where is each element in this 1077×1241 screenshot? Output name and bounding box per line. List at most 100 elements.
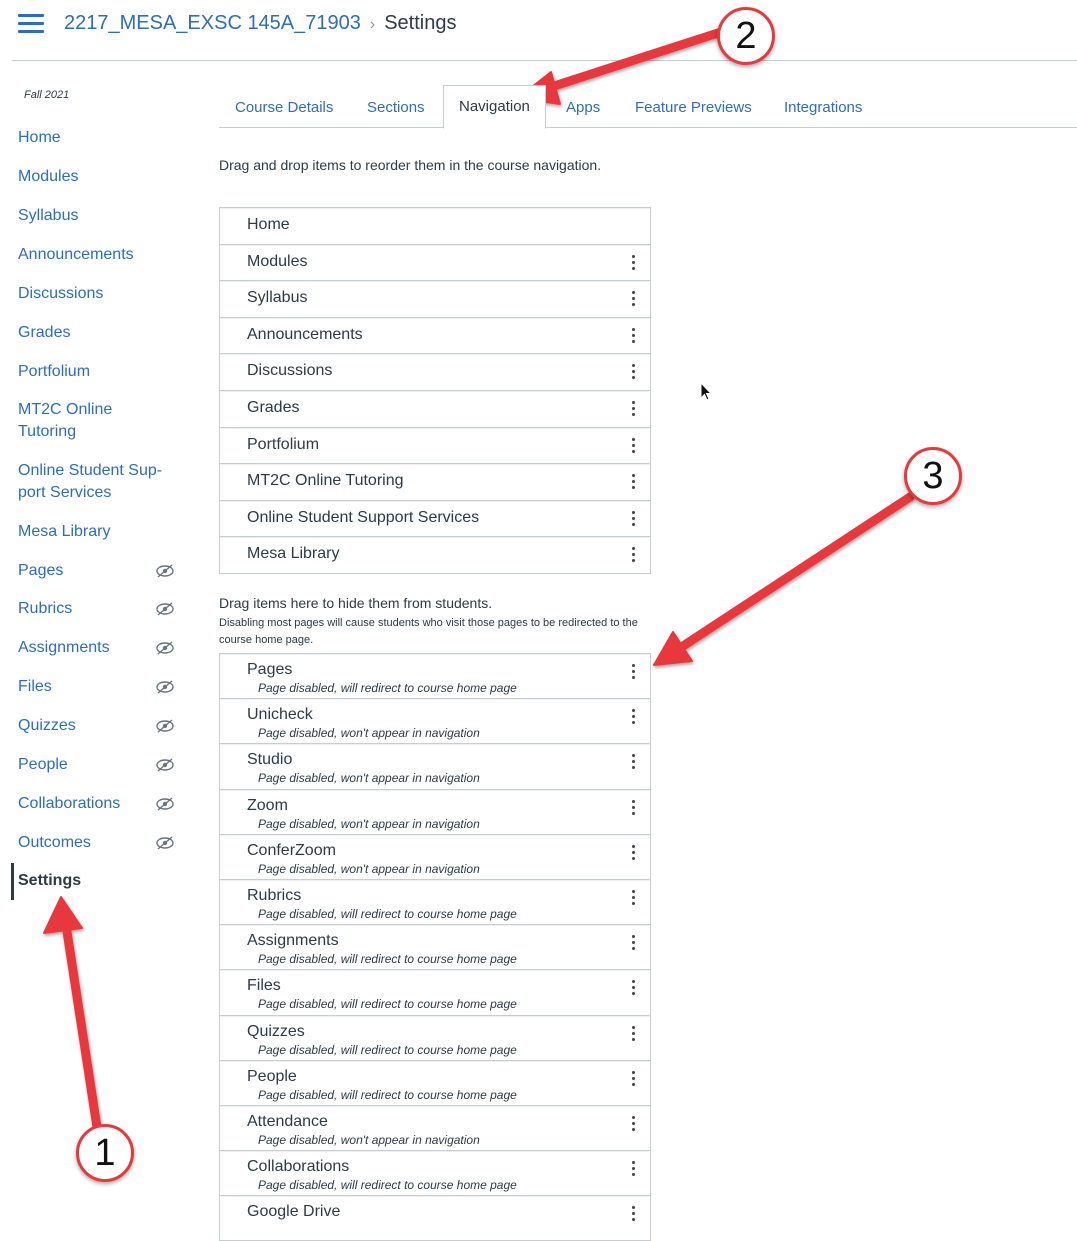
kebab-menu-icon[interactable] [632,510,636,529]
kebab-menu-icon[interactable] [632,400,636,419]
hidden-nav-item-label: Pages [247,661,293,678]
hidden-nav-item-label: Attendance [247,1112,328,1130]
annotation-callout-1: 1 [76,1124,134,1182]
sidebar-item-syllabus[interactable]: Syllabus [18,205,178,227]
sidebar-item-rubrics[interactable]: Rubrics [18,598,178,620]
hidden-nav-item-row[interactable]: Studio Page disabled, won't appear in nav… [220,744,650,790]
nav-item-label: Home [247,216,290,233]
kebab-menu-icon[interactable] [632,844,636,863]
tab-apps[interactable]: Apps [566,99,600,116]
tab-feature-previews[interactable]: Feature Previews [635,99,752,116]
header-divider [12,60,1077,61]
eye-slash-icon [156,641,174,655]
breadcrumb-course-link[interactable]: 2217_MESA_EXSC 145A_71903 [64,12,361,34]
hidden-nav-item-row[interactable]: Attendance Page disabled, won't appear in… [220,1105,650,1152]
active-indicator [11,863,14,900]
hidden-nav-item-row[interactable]: Collaborations Page disabled, will redire… [220,1151,650,1197]
arrow-1 [61,920,102,1132]
settings-tabs: Course Details Sections Navigation Apps Feat… [219,85,1077,129]
nav-item-label: Mesa Library [247,545,340,563]
annotation-callout-2: 2 [717,7,775,65]
nav-item-row[interactable]: Home [220,208,650,245]
sidebar-item-modules[interactable]: Modules [18,166,178,188]
sidebar-item-announcements[interactable]: Announcements [18,244,178,266]
kebab-menu-icon[interactable] [632,709,636,727]
kebab-menu-icon[interactable] [632,1070,636,1089]
sidebar-item-outcomes[interactable]: Outcomes [18,832,178,854]
nav-item-row[interactable]: Modules [220,244,650,282]
tab-sections[interactable]: Sections [367,99,425,116]
hidden-nav-item-row[interactable]: Assignments Page disabled, will redirect … [220,925,650,971]
sidebar-item-assignments[interactable]: Assignments [18,637,178,659]
tab-course-details[interactable]: Course Details [235,99,333,116]
hidden-nav-item-row[interactable]: Pages Page disabled, will redirect to cou… [220,654,650,700]
hidden-section-note: Disabling most pages will cause students… [219,617,638,646]
nav-item-row[interactable]: Online Student Support Services [220,500,650,538]
kebab-menu-icon[interactable] [632,1115,636,1134]
sidebar-item-discussions[interactable]: Discussions [18,283,178,305]
nav-item-label: Announcements [247,325,363,343]
sidebar-item-home[interactable]: Home [18,127,178,149]
kebab-menu-icon[interactable] [632,1161,636,1179]
sidebar-item-online-student-sup-port-services[interactable]: Online Student Sup-port Services [18,460,183,504]
sidebar-item-grades[interactable]: Grades [18,322,178,344]
hidden-nav-item-row[interactable]: People Page disabled, will redirect to co… [220,1060,650,1106]
sidebar-item-portfolium[interactable]: Portfolium [18,361,178,383]
kebab-menu-icon[interactable] [632,889,636,908]
hidden-nav-item-row[interactable]: Quizzes Page disabled, will redirect to c… [220,1015,650,1061]
sidebar-item-files[interactable]: Files [18,676,178,698]
nav-item-label: Modules [247,252,308,270]
kebab-menu-icon[interactable] [632,291,636,309]
nav-item-row[interactable]: Syllabus [220,281,650,318]
tab-navigation[interactable]: Navigation [443,85,546,129]
sidebar-item-quizzes[interactable]: Quizzes [18,715,178,737]
hidden-nav-item-row[interactable]: Google Drive [220,1196,650,1241]
kebab-menu-icon[interactable] [632,437,636,456]
kebab-menu-icon[interactable] [632,327,636,346]
nav-item-label: Portfolium [247,435,320,453]
tab-integrations[interactable]: Integrations [784,99,862,116]
kebab-menu-icon[interactable] [632,364,636,382]
sidebar-item-mt2c-online-tutoring[interactable]: MT2C Online Tutoring [18,399,138,443]
sidebar-item-collaborations[interactable]: Collaborations [18,793,178,815]
nav-item-row[interactable]: Portfolium [220,427,650,465]
kebab-menu-icon[interactable] [632,935,636,953]
nav-item-row[interactable]: MT2C Online Tutoring [220,464,650,501]
nav-item-label: Syllabus [247,289,308,307]
hamburger-menu-icon[interactable] [18,14,44,34]
hidden-nav-item-status: Page disabled, will redirect to course h… [258,1042,517,1057]
hidden-nav-item-row[interactable]: Files Page disabled, will redirect to cou… [220,970,650,1016]
sidebar-item-people[interactable]: People [18,754,178,776]
hidden-nav-item-row[interactable]: Zoom Page disabled, won't appear in navig… [220,789,650,835]
kebab-menu-icon[interactable] [632,980,636,998]
kebab-menu-icon[interactable] [632,754,636,772]
eye-slash-icon [156,564,174,578]
hidden-nav-item-status: Page disabled, will redirect to course h… [258,1178,517,1193]
hidden-nav-item-label: Files [247,977,281,995]
kebab-menu-icon[interactable] [632,547,636,565]
sidebar-item-settings[interactable]: Settings [18,870,178,892]
hidden-nav-list: Pages Page disabled, will redirect to cou… [219,653,651,1241]
kebab-menu-icon[interactable] [632,664,636,682]
kebab-menu-icon[interactable] [632,799,636,818]
hidden-nav-item-label: People [247,1067,297,1085]
nav-item-row[interactable]: Discussions [220,354,650,391]
kebab-menu-icon[interactable] [632,254,636,273]
hidden-nav-item-label: Studio [247,751,293,769]
hidden-nav-item-label: Rubrics [247,886,302,904]
kebab-menu-icon[interactable] [632,1025,636,1044]
kebab-menu-icon[interactable] [632,474,636,492]
nav-item-label: Discussions [247,362,333,380]
nav-item-row[interactable]: Grades [220,390,650,428]
hidden-nav-item-label: Zoom [247,796,288,814]
hidden-nav-item-row[interactable]: ConferZoom Page disabled, won't appear in… [220,834,650,880]
sidebar-item-pages[interactable]: Pages [18,560,178,582]
kebab-menu-icon[interactable] [632,1206,636,1224]
nav-item-row[interactable]: Mesa Library [220,537,650,574]
hidden-nav-item-row[interactable]: Unicheck Page disabled, won't appear in n… [220,699,650,745]
nav-item-row[interactable]: Announcements [220,317,650,355]
arrow-3 [675,492,915,653]
nav-item-label: Online Student Support Services [247,508,480,526]
sidebar-item-mesa-library[interactable]: Mesa Library [18,521,178,543]
hidden-nav-item-row[interactable]: Rubrics Page disabled, will redirect to c… [220,879,650,926]
